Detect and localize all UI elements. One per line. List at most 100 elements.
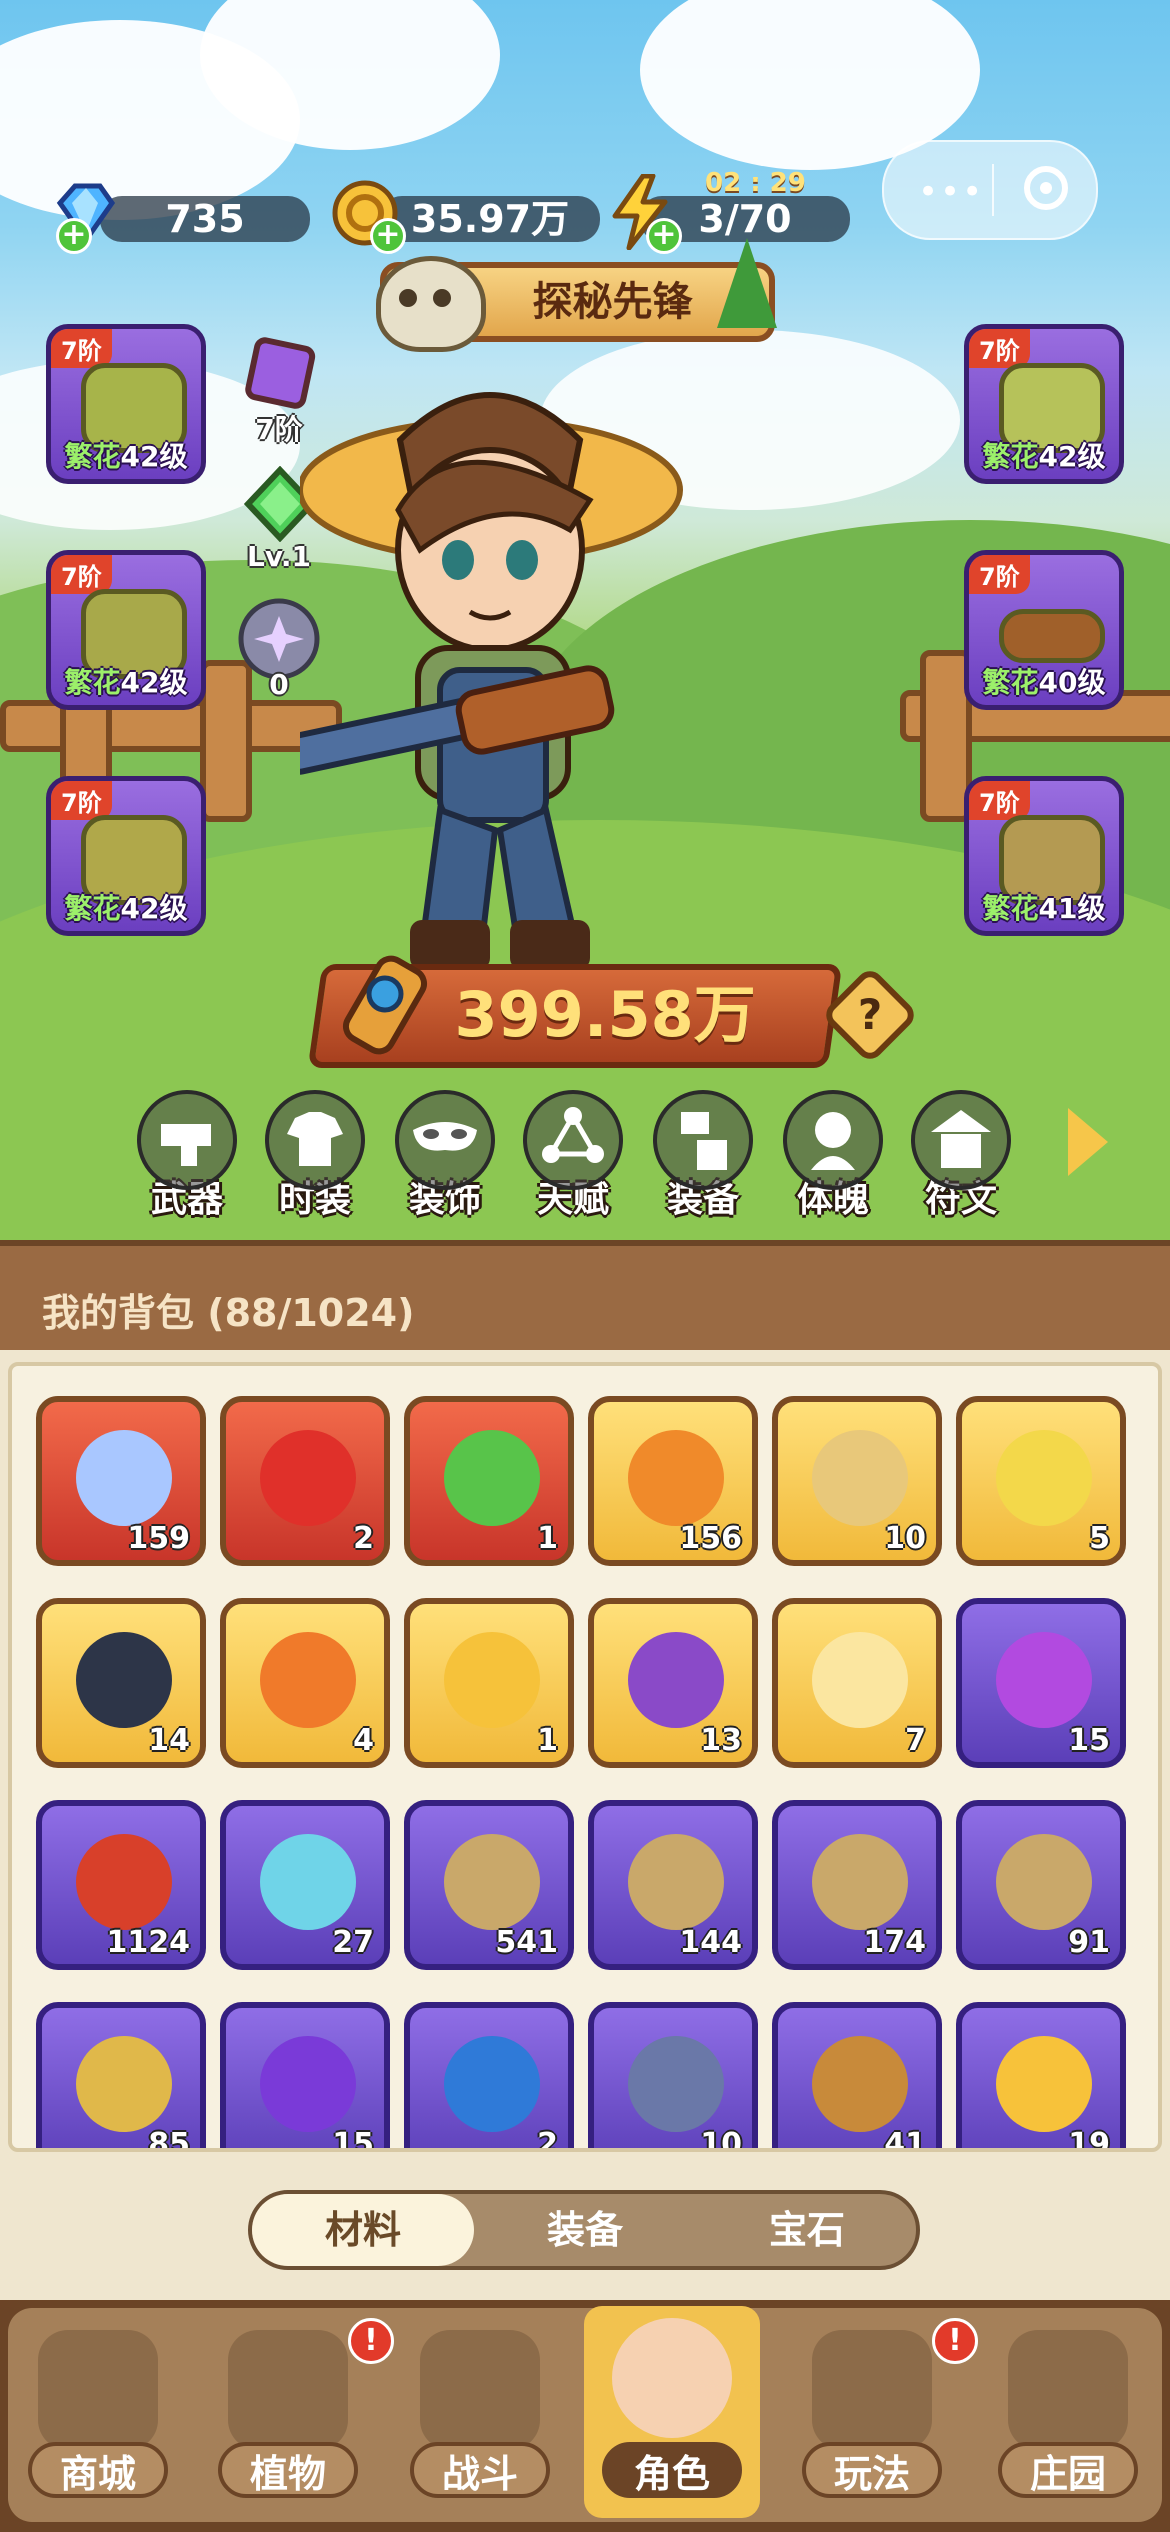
bag-item[interactable]: 541 xyxy=(404,1800,574,1970)
tab-weapon[interactable]: 武器 xyxy=(132,1090,242,1222)
equip-level: 繁花41级 xyxy=(982,892,1106,925)
gems-counter: 735 xyxy=(100,196,310,242)
item-count: 1 xyxy=(537,1723,558,1758)
item-icon xyxy=(260,1834,356,1930)
energy-timer: 02 : 29 xyxy=(705,168,806,198)
bag-item[interactable]: 91 xyxy=(956,1800,1126,1970)
bag-item[interactable]: 159 xyxy=(36,1396,206,1566)
item-icon xyxy=(812,1430,908,1526)
bag-item[interactable]: 2 xyxy=(220,1396,390,1566)
tab-materials[interactable]: 材料 xyxy=(252,2194,474,2266)
gun-icon xyxy=(137,1090,237,1190)
bag-item[interactable]: 1 xyxy=(404,1598,574,1768)
bag-item[interactable]: 144 xyxy=(588,1800,758,1970)
add-gems-button[interactable]: + xyxy=(56,218,92,254)
item-icon xyxy=(996,1430,1092,1526)
windmill-icon xyxy=(420,2330,540,2450)
tab-equipment[interactable]: 装备 xyxy=(648,1090,758,1222)
equip-level: 繁花42级 xyxy=(64,440,188,473)
item-icon xyxy=(628,1430,724,1526)
item-count: 41 xyxy=(884,2127,926,2152)
capsule-divider xyxy=(992,164,994,216)
bag-item[interactable]: 2 xyxy=(404,2002,574,2148)
bag-item[interactable]: 85 xyxy=(36,2002,206,2148)
tab-physique[interactable]: 体魄 xyxy=(778,1090,888,1222)
nav-label: 玩法 xyxy=(802,2442,942,2498)
mini-program-capsule[interactable]: ••• xyxy=(882,140,1098,240)
alert-badge: ! xyxy=(348,2318,394,2364)
tab-rune[interactable]: 符文 xyxy=(906,1090,1016,1222)
close-target-icon[interactable] xyxy=(1024,166,1068,210)
nav-character[interactable]: 角色 xyxy=(584,2306,760,2518)
item-icon xyxy=(260,2036,356,2132)
bag-item[interactable]: 13 xyxy=(588,1598,758,1768)
item-count: 1 xyxy=(537,1521,558,1556)
item-count: 27 xyxy=(332,1925,374,1960)
bag-item[interactable]: 14 xyxy=(36,1598,206,1768)
item-count: 10 xyxy=(700,2127,742,2152)
bag-item[interactable]: 5 xyxy=(956,1396,1126,1566)
bag-item[interactable]: 15 xyxy=(220,2002,390,2148)
item-icon xyxy=(812,1834,908,1930)
equip-slot-pants[interactable]: 7阶 繁花42级 xyxy=(46,776,206,936)
item-icon xyxy=(444,1430,540,1526)
bag-item[interactable]: 41 xyxy=(772,2002,942,2152)
bag-item[interactable]: 174 xyxy=(772,1800,942,1970)
equip-slot-hat[interactable]: 7阶 繁花42级 xyxy=(46,324,206,484)
item-icon xyxy=(628,1834,724,1930)
bag-item[interactable]: 15 xyxy=(956,1598,1126,1768)
equip-slot-belt[interactable]: 7阶 繁花40级 xyxy=(964,550,1124,710)
equip-level: 繁花42级 xyxy=(982,440,1106,473)
equip-slot-gloves[interactable]: 7阶 繁花42级 xyxy=(46,550,206,710)
nav-battle[interactable]: 战斗 xyxy=(392,2318,568,2518)
equipment-icon xyxy=(653,1090,753,1190)
alert-badge: ! xyxy=(932,2318,978,2364)
tab-outfit[interactable]: 时装 xyxy=(260,1090,370,1222)
bag-item[interactable]: 27 xyxy=(220,1800,390,1970)
nav-gameplay[interactable]: 玩法 ! xyxy=(784,2318,978,2518)
item-count: 174 xyxy=(863,1925,926,1960)
chevron-right-icon[interactable] xyxy=(1068,1108,1108,1176)
bag-item[interactable]: 7 xyxy=(772,1598,942,1768)
nav-manor[interactable]: 庄园 xyxy=(980,2318,1156,2518)
tab-equipment-bag[interactable]: 装备 xyxy=(474,2194,696,2266)
item-count: 5 xyxy=(1089,1521,1110,1556)
bag-category-switch[interactable]: 材料 装备 宝石 xyxy=(248,2190,920,2270)
shop-icon xyxy=(38,2330,158,2450)
add-coins-button[interactable]: + xyxy=(370,218,406,254)
bag-item[interactable]: 19 xyxy=(956,2002,1126,2148)
item-count: 1124 xyxy=(106,1925,191,1960)
item-icon xyxy=(628,2036,724,2132)
equip-slot-boots[interactable]: 7阶 繁花41级 xyxy=(964,776,1124,936)
skull-icon xyxy=(376,256,486,352)
gear-key-icon xyxy=(330,950,440,1060)
bag-item[interactable]: 10 xyxy=(772,1396,942,1566)
bag-item[interactable]: 10 xyxy=(588,2002,758,2152)
item-count: 4 xyxy=(353,1723,374,1758)
bag-item[interactable]: 156 xyxy=(588,1396,758,1566)
title-banner[interactable]: 探秘先锋 xyxy=(376,238,777,352)
tab-gems[interactable]: 宝石 xyxy=(696,2194,918,2266)
item-icon xyxy=(76,1632,172,1728)
item-icon xyxy=(76,2036,172,2132)
equip-level: 繁花42级 xyxy=(64,892,188,925)
item-icon xyxy=(76,1430,172,1526)
item-count: 159 xyxy=(127,1521,190,1556)
bag-item[interactable]: 4 xyxy=(220,1598,390,1768)
bag-item[interactable]: 1124 xyxy=(36,1800,206,1970)
item-icon xyxy=(444,2036,540,2132)
add-energy-button[interactable]: + xyxy=(646,218,682,254)
nav-label: 庄园 xyxy=(998,2442,1138,2498)
tab-talent[interactable]: 天赋 xyxy=(518,1090,628,1222)
equip-slot-shirt[interactable]: 7阶 繁花42级 xyxy=(964,324,1124,484)
bag-grid[interactable]: 159 2 1 156 10 5 14 4 1 13 7 15 1124 27 541 144 174 91 85 1… xyxy=(8,1362,1162,2152)
bag-item[interactable]: 1 xyxy=(404,1396,574,1566)
tab-decoration[interactable]: 装饰 xyxy=(390,1090,500,1222)
more-icon[interactable]: ••• xyxy=(918,172,984,212)
character-avatar-icon xyxy=(612,2318,732,2438)
nav-plants[interactable]: 植物 ! xyxy=(200,2318,394,2518)
plant-icon xyxy=(228,2330,348,2450)
player-character[interactable] xyxy=(279,380,820,980)
tree-icon xyxy=(717,238,777,328)
nav-shop[interactable]: 商城 xyxy=(10,2318,186,2518)
